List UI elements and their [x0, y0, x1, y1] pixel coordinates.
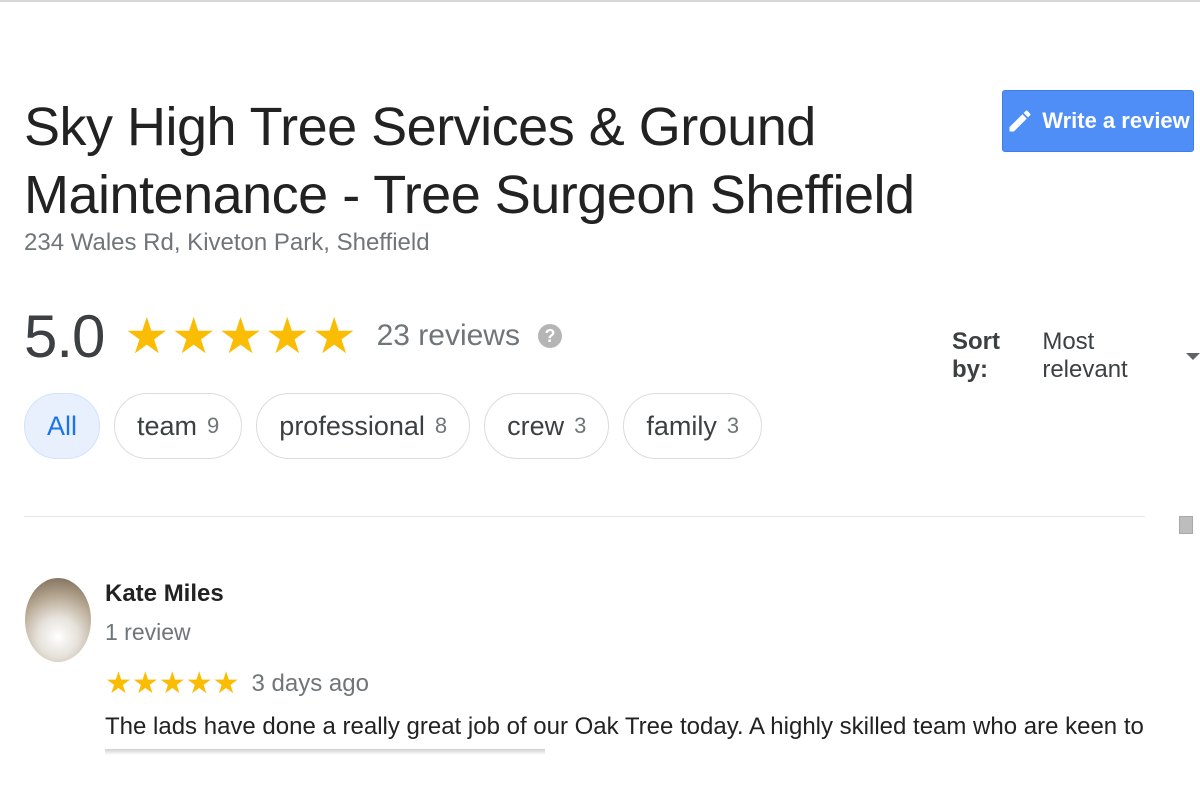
chip-count: 3 [726, 413, 740, 438]
chip-count: 3 [574, 413, 587, 438]
reviewer-name[interactable]: Kate Miles [105, 580, 224, 608]
top-border [0, 0, 1200, 2]
sort-value: Most relevant [1042, 328, 1128, 383]
filter-chip-all[interactable]: All [24, 393, 101, 459]
sort-label: Sort by: [952, 328, 1000, 383]
chip-count: 9 [207, 413, 220, 438]
average-rating: 5.0 [24, 302, 105, 370]
star-icon: ★ [185, 667, 213, 700]
reviewer-review-count: 1 review [105, 619, 191, 645]
review-text: The lads have done a really great job of… [105, 713, 1144, 740]
scrollbar-thumb[interactable] [1179, 516, 1193, 534]
filter-chip-crew[interactable]: crew 3 [484, 393, 610, 459]
write-review-button[interactable]: Write a review [1002, 90, 1194, 152]
reviews-panel: Sky High Tree Services & Ground Maintena… [0, 0, 1200, 800]
faded-text-line [105, 749, 545, 755]
help-icon[interactable]: ? [537, 324, 562, 348]
section-divider [24, 516, 1145, 517]
review-text-continuation [105, 743, 1165, 763]
chip-count: 8 [434, 413, 448, 438]
star-icon: ★ [212, 667, 240, 700]
chip-label: crew [507, 410, 565, 441]
chip-label: family [646, 410, 717, 441]
review-rating-row: ★ ★ ★ ★ ★ 3 days ago [105, 668, 369, 700]
business-address: 234 Wales Rd, Kiveton Park, Sheffield [24, 229, 430, 256]
review-date: 3 days ago [251, 670, 369, 697]
review-count[interactable]: 23 reviews [377, 319, 520, 353]
chip-label: All [47, 410, 78, 441]
chip-label: professional [279, 410, 425, 441]
review-stars: ★ ★ ★ ★ ★ [105, 668, 240, 700]
filter-chip-family[interactable]: family 3 [623, 393, 763, 459]
star-icon: ★ [158, 667, 186, 700]
star-icon: ★ [311, 308, 357, 364]
star-icon: ★ [131, 667, 159, 700]
filter-chip-team[interactable]: team 9 [114, 393, 243, 459]
star-icon: ★ [105, 667, 132, 700]
rating-stars: ★ ★ ★ ★ ★ [124, 311, 358, 361]
business-title: Sky High Tree Services & Ground Maintena… [24, 97, 915, 225]
caret-down-icon [1186, 352, 1200, 360]
write-review-label: Write a review [1042, 108, 1190, 133]
rating-summary: 5.0 ★ ★ ★ ★ ★ 23 reviews ? [24, 300, 562, 372]
star-icon: ★ [171, 308, 217, 364]
chip-label: team [137, 410, 198, 441]
pencil-icon [1009, 110, 1031, 132]
filter-chip-professional[interactable]: professional 8 [256, 393, 471, 459]
filter-chips: All team 9 professional 8 crew 3 family … [24, 393, 763, 459]
star-icon: ★ [218, 308, 263, 364]
avatar[interactable] [25, 578, 91, 662]
sort-dropdown[interactable]: Sort by: Most relevant [952, 328, 1200, 384]
star-icon: ★ [124, 308, 170, 364]
star-icon: ★ [264, 308, 310, 364]
